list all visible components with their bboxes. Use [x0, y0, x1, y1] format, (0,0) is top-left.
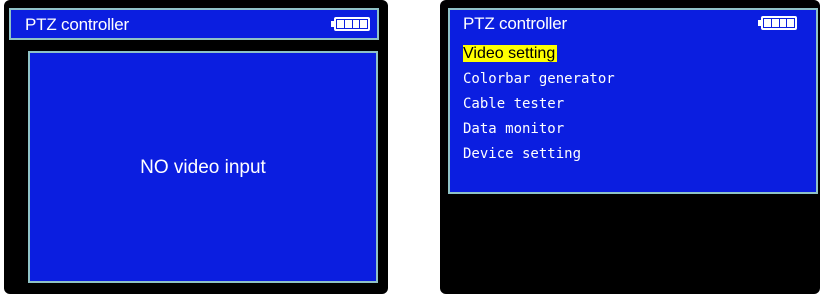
menu-item-cable-tester[interactable]: Cable tester [463, 92, 617, 117]
main-menu: Video setting Colorbar generator Cable t… [463, 42, 617, 167]
battery-cell [352, 20, 360, 28]
menu-item-label: Cable tester [463, 96, 565, 112]
menu-item-data-monitor[interactable]: Data monitor [463, 117, 617, 142]
battery-cell [344, 20, 352, 28]
battery-cell [360, 20, 367, 28]
video-display-area: NO video input [28, 51, 378, 283]
menu-item-label: Data monitor [463, 121, 565, 137]
right-device-screen: PTZ controller Video setting Colorbar ge… [440, 0, 820, 294]
title-bar: PTZ controller [9, 8, 379, 40]
battery-cell [787, 19, 794, 27]
battery-cell [771, 19, 779, 27]
menu-item-label: Device setting [463, 146, 582, 162]
menu-item-colorbar-generator[interactable]: Colorbar generator [463, 67, 617, 92]
screen-title: PTZ controller [25, 15, 129, 34]
battery-icon [331, 17, 370, 31]
menu-item-device-setting[interactable]: Device setting [463, 142, 617, 167]
battery-cell [337, 20, 344, 28]
battery-icon [758, 16, 797, 30]
no-video-message: NO video input [140, 157, 266, 178]
screen-title: PTZ controller [463, 14, 567, 33]
menu-item-label: Colorbar generator [463, 71, 615, 87]
battery-cell [764, 19, 771, 27]
menu-item-label: Video setting [463, 45, 558, 62]
main-menu-panel: PTZ controller Video setting Colorbar ge… [448, 8, 818, 194]
left-device-screen: PTZ controller NO video input [4, 0, 388, 294]
menu-item-video-setting[interactable]: Video setting [463, 42, 617, 67]
battery-cell [779, 19, 787, 27]
